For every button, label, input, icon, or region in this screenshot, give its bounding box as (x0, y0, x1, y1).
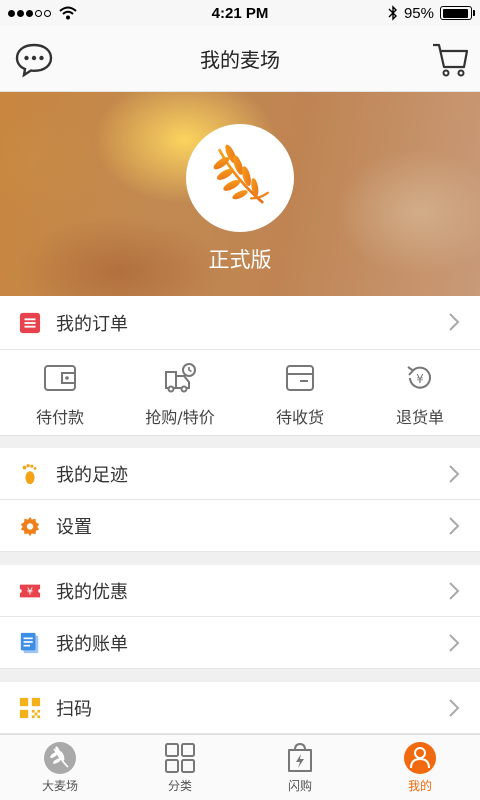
order-status-strip: 待付款 抢购/特价 待收货 ¥ 退货单 (0, 350, 480, 436)
tab-flash-sale[interactable]: 闪购 (240, 735, 360, 800)
wallet-icon (44, 365, 76, 391)
tab-categories[interactable]: 分类 (120, 735, 240, 800)
tab-mine[interactable]: 我的 (360, 735, 480, 800)
my-coupons-row[interactable]: ¥ 我的优惠 (0, 565, 480, 617)
order-status-pending-payment[interactable]: 待付款 (0, 350, 120, 435)
my-orders-label: 我的订单 (56, 313, 128, 335)
tab-home[interactable]: 大麦场 (0, 735, 120, 800)
profile-banner: 正式版 (0, 92, 480, 296)
qr-scan-icon (18, 696, 42, 720)
nav-bar: 我的麦场 (0, 26, 480, 92)
svg-text:¥: ¥ (416, 372, 424, 386)
chat-bubble-icon[interactable] (14, 42, 54, 78)
chevron-right-icon (449, 699, 460, 717)
wheat-logo-icon[interactable] (186, 124, 294, 232)
page-title: 我的麦场 (200, 48, 280, 72)
chevron-right-icon (449, 465, 460, 483)
delivery-truck-icon (165, 363, 196, 393)
scan-row[interactable]: 扫码 (0, 682, 480, 734)
battery-percent: 95% (403, 4, 434, 22)
gear-icon (18, 514, 42, 538)
signal-icon (8, 9, 51, 17)
coupon-icon: ¥ (18, 579, 42, 603)
yen-refund-icon: ¥ (407, 366, 431, 389)
order-status-awaiting-delivery[interactable]: 待收货 (240, 350, 360, 435)
bluetooth-icon (388, 5, 397, 21)
grid-icon (165, 743, 195, 773)
order-status-returns[interactable]: ¥ 退货单 (360, 350, 480, 435)
chevron-right-icon (449, 517, 460, 535)
wifi-icon (59, 6, 77, 20)
svg-text:¥: ¥ (27, 586, 33, 597)
cart-icon[interactable] (430, 40, 470, 80)
bottom-tab-bar: 大麦场 分类 闪购 我的 (0, 734, 480, 800)
card-box-icon (286, 365, 314, 391)
wheat-tab-icon (44, 742, 76, 774)
footprint-icon (18, 462, 42, 486)
order-list-icon (18, 311, 42, 335)
my-bills-row[interactable]: 我的账单 (0, 617, 480, 669)
my-orders-row[interactable]: 我的订单 (0, 296, 480, 350)
version-label: 正式版 (208, 248, 272, 272)
status-bar: 4:21 PM 95% (0, 0, 480, 26)
person-icon (404, 742, 436, 774)
chevron-right-icon (449, 313, 460, 331)
order-status-flash-sale[interactable]: 抢购/特价 (120, 350, 240, 435)
bill-icon (18, 631, 42, 655)
flash-bag-icon (288, 742, 312, 772)
chevron-right-icon (449, 634, 460, 652)
chevron-right-icon (449, 582, 460, 600)
my-footprint-row[interactable]: 我的足迹 (0, 448, 480, 500)
battery-icon (440, 6, 475, 20)
settings-row[interactable]: 设置 (0, 500, 480, 552)
